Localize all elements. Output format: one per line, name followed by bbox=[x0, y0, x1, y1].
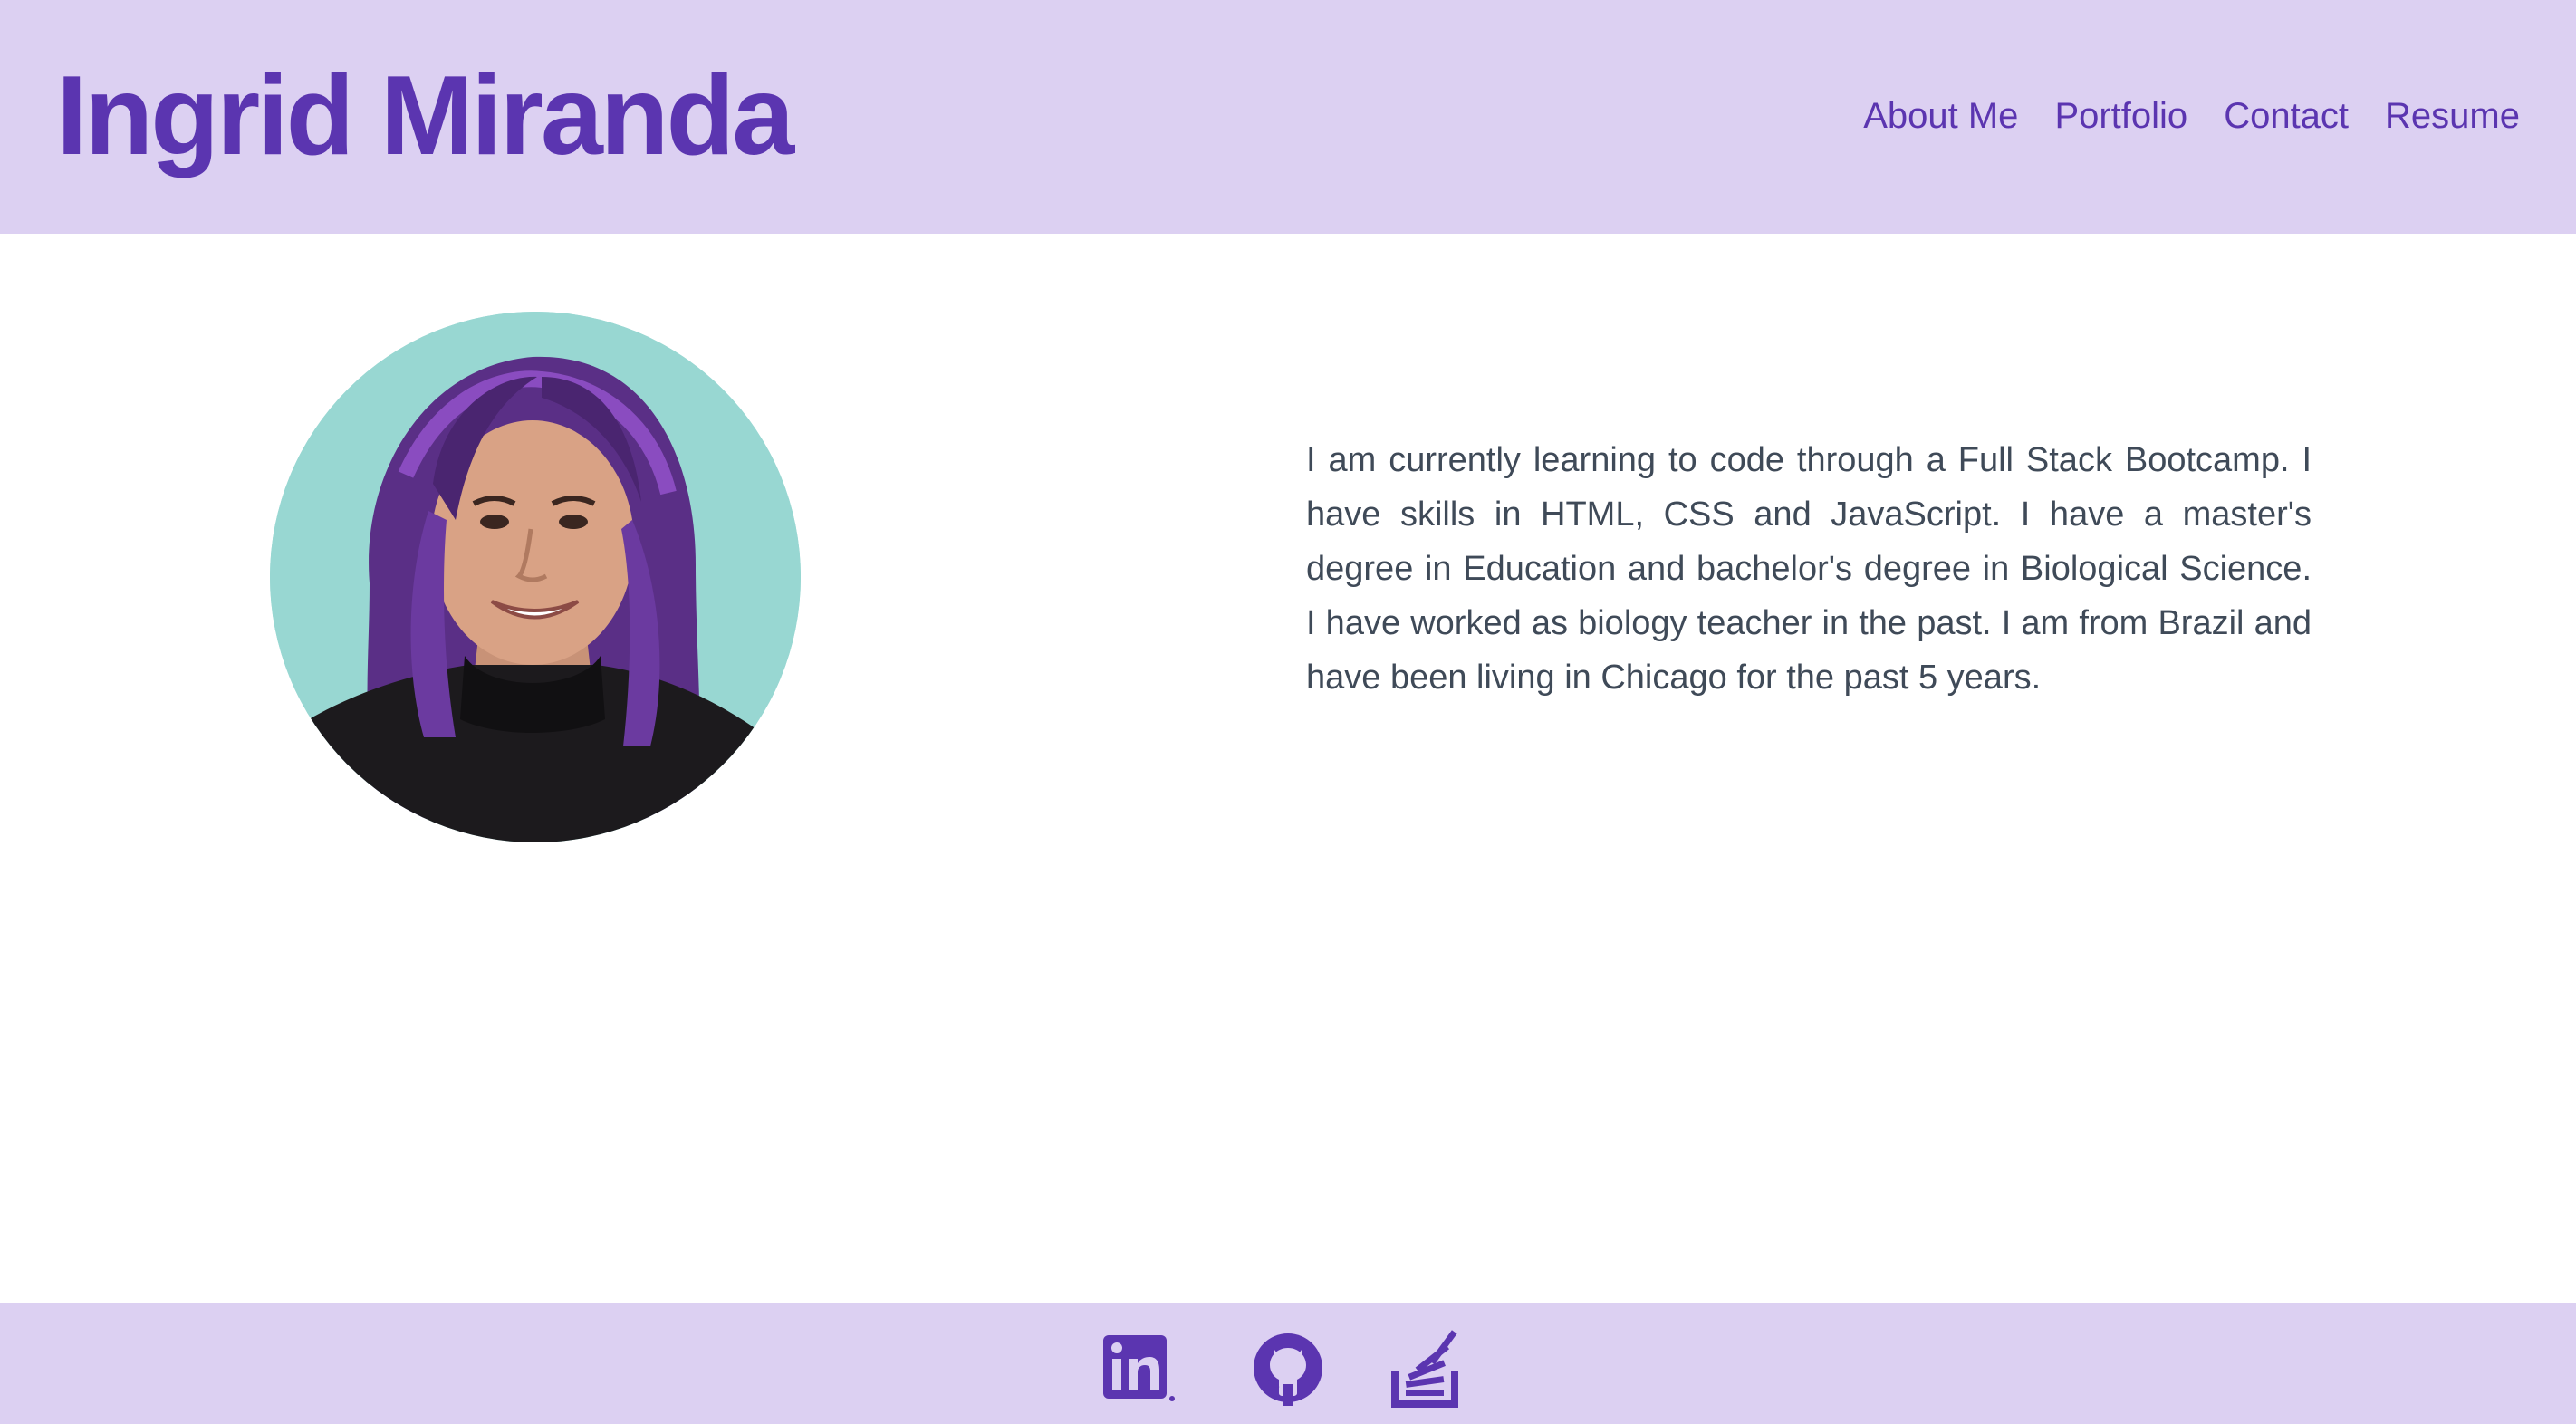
site-footer bbox=[0, 1303, 2576, 1424]
nav-portfolio[interactable]: Portfolio bbox=[2054, 91, 2187, 141]
stack-overflow-icon[interactable] bbox=[1389, 1326, 1466, 1408]
linkedin-icon[interactable] bbox=[1101, 1330, 1177, 1406]
nav-contact[interactable]: Contact bbox=[2224, 91, 2349, 141]
site-header: Ingrid Miranda About Me Portfolio Contac… bbox=[0, 0, 2576, 234]
bio-text: I am currently learning to code through … bbox=[1306, 441, 2312, 697]
profile-photo bbox=[270, 312, 801, 842]
page: Ingrid Miranda About Me Portfolio Contac… bbox=[0, 0, 2576, 1424]
nav-about-me[interactable]: About Me bbox=[1863, 91, 2018, 141]
main-nav: About Me Portfolio Contact Resume bbox=[1863, 91, 2520, 141]
site-title: Ingrid Miranda bbox=[56, 53, 794, 178]
nav-resume[interactable]: Resume bbox=[2385, 91, 2520, 141]
github-icon[interactable] bbox=[1250, 1330, 1326, 1406]
